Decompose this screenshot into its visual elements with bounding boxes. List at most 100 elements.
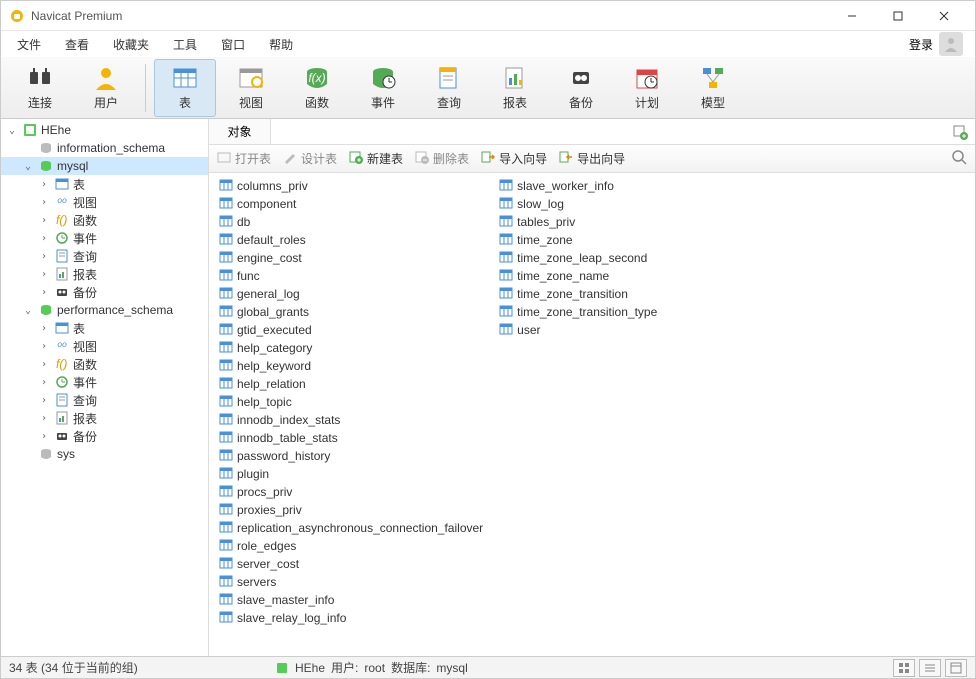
tree-node-performance_schema[interactable]: ⌄performance_schema: [1, 301, 208, 319]
table-item[interactable]: time_zone_transition_type: [497, 303, 659, 321]
tree-node-查询[interactable]: ›查询: [1, 247, 208, 265]
action-import[interactable]: 导入向导: [481, 150, 547, 167]
table-item[interactable]: time_zone_transition: [497, 285, 659, 303]
table-item[interactable]: server_cost: [217, 555, 485, 573]
tree-node-备份[interactable]: ›备份: [1, 283, 208, 301]
tree-node-视图[interactable]: ›ᵒᵒ视图: [1, 193, 208, 211]
expander-icon[interactable]: ›: [37, 215, 51, 226]
search-input[interactable]: [271, 122, 945, 142]
toolbar-view[interactable]: 视图: [220, 59, 282, 117]
view-list-button[interactable]: [919, 659, 941, 677]
table-item[interactable]: plugin: [217, 465, 485, 483]
table-item[interactable]: help_relation: [217, 375, 485, 393]
tree-node-查询[interactable]: ›查询: [1, 391, 208, 409]
table-item[interactable]: help_topic: [217, 393, 485, 411]
tree-node-事件[interactable]: ›事件: [1, 229, 208, 247]
expander-icon[interactable]: ⌄: [21, 161, 35, 172]
table-item[interactable]: func: [217, 267, 485, 285]
toolbar-query[interactable]: 查询: [418, 59, 480, 117]
object-tree[interactable]: ⌄HEheinformation_schema⌄mysql›表›ᵒᵒ视图›f()…: [1, 119, 209, 656]
menu-5[interactable]: 帮助: [257, 32, 305, 57]
tree-node-mysql[interactable]: ⌄mysql: [1, 157, 208, 175]
toolbar-report[interactable]: 报表: [484, 59, 546, 117]
menu-3[interactable]: 工具: [161, 32, 209, 57]
expander-icon[interactable]: ›: [37, 179, 51, 190]
table-item[interactable]: slave_master_info: [217, 591, 485, 609]
table-item[interactable]: innodb_table_stats: [217, 429, 485, 447]
tree-node-视图[interactable]: ›ᵒᵒ视图: [1, 337, 208, 355]
menu-4[interactable]: 窗口: [209, 32, 257, 57]
table-item[interactable]: db: [217, 213, 485, 231]
table-item[interactable]: time_zone_name: [497, 267, 659, 285]
tree-node-备份[interactable]: ›备份: [1, 427, 208, 445]
table-item[interactable]: engine_cost: [217, 249, 485, 267]
table-item[interactable]: role_edges: [217, 537, 485, 555]
tree-node-HEhe[interactable]: ⌄HEhe: [1, 121, 208, 139]
close-button[interactable]: [921, 1, 967, 31]
action-new[interactable]: 新建表: [349, 150, 403, 167]
table-item[interactable]: time_zone: [497, 231, 659, 249]
expander-icon[interactable]: ›: [37, 269, 51, 280]
expander-icon[interactable]: ⌄: [21, 305, 35, 316]
expander-icon[interactable]: ›: [37, 359, 51, 370]
table-item[interactable]: time_zone_leap_second: [497, 249, 659, 267]
toolbar-table[interactable]: 表: [154, 59, 216, 117]
table-item[interactable]: component: [217, 195, 485, 213]
menu-1[interactable]: 查看: [53, 32, 101, 57]
toolbar-backup[interactable]: 备份: [550, 59, 612, 117]
table-item[interactable]: help_category: [217, 339, 485, 357]
tree-node-information_schema[interactable]: information_schema: [1, 139, 208, 157]
objects-tab[interactable]: 对象: [209, 119, 271, 145]
table-item[interactable]: tables_priv: [497, 213, 659, 231]
expander-icon[interactable]: ›: [37, 197, 51, 208]
table-item[interactable]: default_roles: [217, 231, 485, 249]
maximize-button[interactable]: [875, 1, 921, 31]
table-item[interactable]: columns_priv: [217, 177, 485, 195]
expander-icon[interactable]: ›: [37, 377, 51, 388]
toolbar-event[interactable]: 事件: [352, 59, 414, 117]
menu-2[interactable]: 收藏夹: [101, 32, 161, 57]
tree-node-函数[interactable]: ›f()函数: [1, 211, 208, 229]
add-object-icon[interactable]: [945, 124, 975, 140]
table-item[interactable]: servers: [217, 573, 485, 591]
table-item[interactable]: global_grants: [217, 303, 485, 321]
expander-icon[interactable]: ⌄: [5, 125, 19, 136]
view-detail-button[interactable]: [945, 659, 967, 677]
expander-icon[interactable]: ›: [37, 323, 51, 334]
tree-node-函数[interactable]: ›f()函数: [1, 355, 208, 373]
table-item[interactable]: general_log: [217, 285, 485, 303]
table-item[interactable]: gtid_executed: [217, 321, 485, 339]
toolbar-connect[interactable]: 连接: [9, 59, 71, 117]
menu-0[interactable]: 文件: [5, 32, 53, 57]
expander-icon[interactable]: ›: [37, 341, 51, 352]
login-link[interactable]: 登录: [909, 36, 933, 53]
view-grid-button[interactable]: [893, 659, 915, 677]
search-icon[interactable]: [951, 149, 967, 168]
table-item[interactable]: help_keyword: [217, 357, 485, 375]
tree-node-表[interactable]: ›表: [1, 175, 208, 193]
expander-icon[interactable]: ›: [37, 233, 51, 244]
minimize-button[interactable]: [829, 1, 875, 31]
toolbar-model[interactable]: 模型: [682, 59, 744, 117]
expander-icon[interactable]: ›: [37, 413, 51, 424]
toolbar-schedule[interactable]: 计划: [616, 59, 678, 117]
table-item[interactable]: innodb_index_stats: [217, 411, 485, 429]
table-item[interactable]: proxies_priv: [217, 501, 485, 519]
action-export[interactable]: 导出向导: [559, 150, 625, 167]
avatar[interactable]: [939, 32, 963, 56]
toolbar-user[interactable]: 用户: [75, 59, 137, 117]
table-item[interactable]: replication_asynchronous_connection_fail…: [217, 519, 485, 537]
table-item[interactable]: slave_worker_info: [497, 177, 659, 195]
expander-icon[interactable]: ›: [37, 431, 51, 442]
table-item[interactable]: password_history: [217, 447, 485, 465]
table-item[interactable]: procs_priv: [217, 483, 485, 501]
toolbar-function[interactable]: f(x)函数: [286, 59, 348, 117]
table-item[interactable]: user: [497, 321, 659, 339]
expander-icon[interactable]: ›: [37, 395, 51, 406]
tree-node-sys[interactable]: sys: [1, 445, 208, 463]
tree-node-报表[interactable]: ›报表: [1, 265, 208, 283]
tree-node-表[interactable]: ›表: [1, 319, 208, 337]
table-item[interactable]: slow_log: [497, 195, 659, 213]
tree-node-报表[interactable]: ›报表: [1, 409, 208, 427]
table-item[interactable]: slave_relay_log_info: [217, 609, 485, 627]
